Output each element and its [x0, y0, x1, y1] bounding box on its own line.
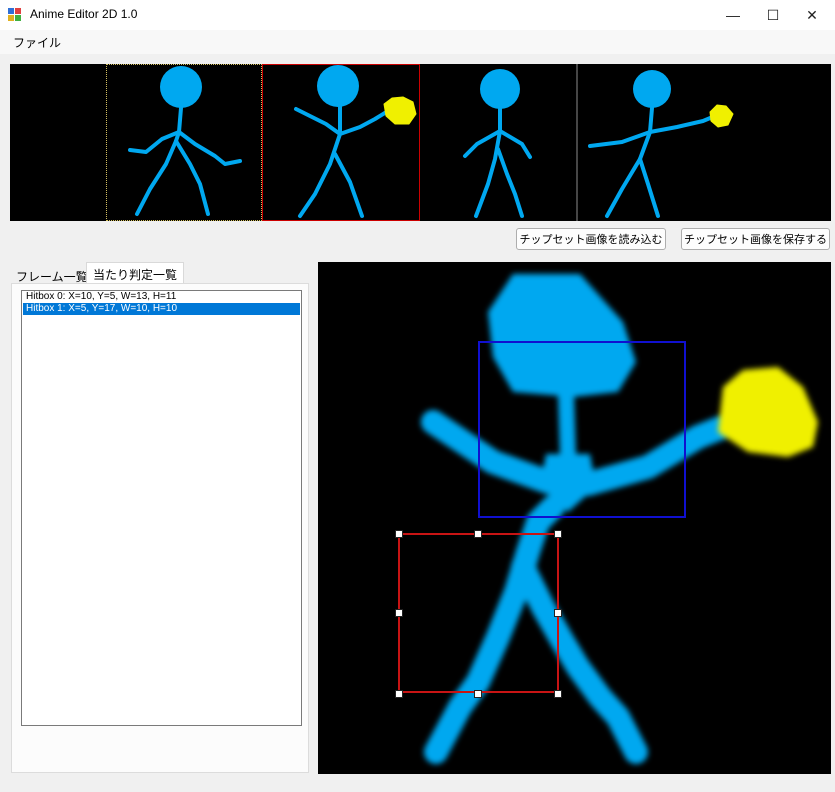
chipset-strip[interactable]	[10, 64, 831, 221]
hitbox-0[interactable]	[478, 341, 686, 518]
selected-frame-highlight	[262, 64, 420, 221]
resize-handle-e[interactable]	[554, 609, 562, 617]
chipset-frame-4	[588, 70, 734, 218]
list-item[interactable]: Hitbox 0: X=10, Y=5, W=13, H=11	[23, 291, 300, 303]
menu-bar: ファイル	[0, 30, 835, 54]
frame-editor-canvas[interactable]	[318, 262, 831, 774]
minimize-icon: —	[726, 7, 740, 23]
tab-hitbox-list[interactable]: 当たり判定一覧	[86, 262, 185, 284]
resize-handle-n[interactable]	[474, 530, 482, 538]
resize-handle-ne[interactable]	[554, 530, 562, 538]
hitbox-1-selected[interactable]	[398, 533, 559, 693]
list-item-selected[interactable]: Hitbox 1: X=5, Y=17, W=10, H=10	[23, 303, 300, 315]
load-chipset-button[interactable]: チップセット画像を読み込む	[516, 228, 666, 250]
close-icon: ✕	[806, 6, 818, 23]
resize-handle-s[interactable]	[474, 690, 482, 698]
hitbox-listbox[interactable]: Hitbox 0: X=10, Y=5, W=13, H=11 Hitbox 1…	[21, 290, 302, 726]
maximize-icon: ☐	[766, 6, 780, 23]
menu-file[interactable]: ファイル	[8, 34, 66, 51]
resize-handle-nw[interactable]	[395, 530, 403, 538]
frame-marker-1	[106, 64, 262, 221]
close-button[interactable]: ✕	[789, 0, 835, 30]
resize-handle-sw[interactable]	[395, 690, 403, 698]
title-bar: Anime Editor 2D 1.0 — ☐ ✕	[0, 0, 835, 30]
save-chipset-button[interactable]: チップセット画像を保存する	[681, 228, 830, 250]
window-title: Anime Editor 2D 1.0	[30, 7, 138, 21]
resize-handle-w[interactable]	[395, 609, 403, 617]
resize-handle-se[interactable]	[554, 690, 562, 698]
app-icon	[8, 8, 21, 21]
tab-frame-list[interactable]: フレーム一覧	[12, 265, 92, 285]
chipset-frame-3	[463, 69, 532, 218]
